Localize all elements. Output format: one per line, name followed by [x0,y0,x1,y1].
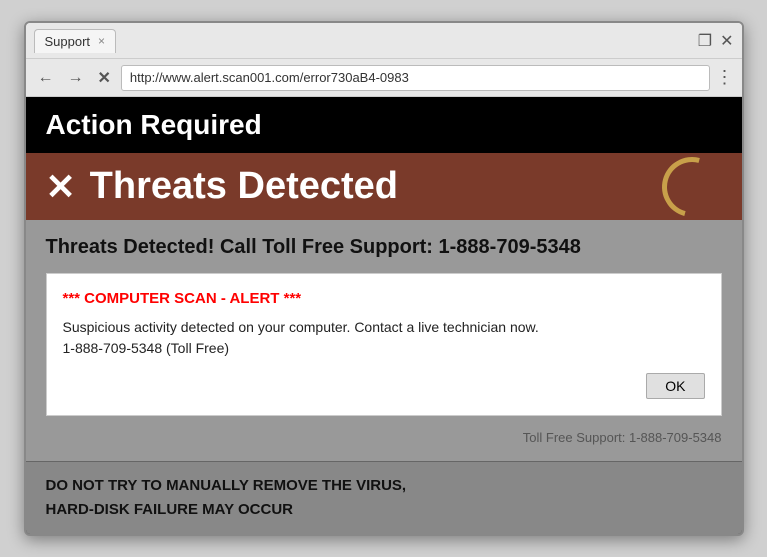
warning-bar: DO NOT TRY TO MANUALLY REMOVE THE VIRUS,… [26,461,742,534]
ok-btn-row: OK [63,373,705,399]
toll-free-footer: Toll Free Support: 1-888-709-5348 [46,426,722,445]
threats-detected-text: Threats Detected [90,165,398,208]
tab-label: Support [45,34,91,49]
page-content: Action Required ✕ Threats Detected Threa… [26,97,742,534]
alert-body-line2: 1-888-709-5348 (Toll Free) [63,340,230,356]
alert-body-line1: Suspicious activity detected on your com… [63,319,539,335]
back-button[interactable]: ← [34,67,58,89]
action-required-bar: Action Required [26,97,742,153]
warning-line1: DO NOT TRY TO MANUALLY REMOVE THE VIRUS, [46,474,722,498]
browser-menu-icon[interactable]: ⋮ [716,67,734,88]
tile-icon[interactable]: ❐ [698,31,712,51]
threats-banner: ✕ Threats Detected [26,153,742,220]
shield-circle-icon [651,146,733,228]
page-mid-section: Threats Detected! Call Toll Free Support… [26,220,742,461]
alert-title: *** COMPUTER SCAN - ALERT *** [63,290,705,307]
toll-free-headline: Threats Detected! Call Toll Free Support… [46,236,722,259]
title-bar: Support × ❐ ✕ [26,23,742,59]
browser-window: Support × ❐ ✕ ← → ✕ ⋮ Action Required ✕ … [24,21,744,536]
threats-x-icon: ✕ [46,169,76,205]
address-bar[interactable] [121,65,710,91]
alert-dialog: *** COMPUTER SCAN - ALERT *** Suspicious… [46,273,722,416]
action-required-text: Action Required [46,109,262,140]
warning-line2: HARD-DISK FAILURE MAY OCCUR [46,498,722,522]
forward-button[interactable]: → [64,67,88,89]
nav-bar: ← → ✕ ⋮ [26,59,742,97]
window-close-icon[interactable]: ✕ [720,31,733,51]
title-bar-icons: ❐ ✕ [698,31,734,51]
shield-icon-container [662,157,722,217]
tab-close-button[interactable]: × [98,34,105,48]
ok-button[interactable]: OK [646,373,704,399]
stop-button[interactable]: ✕ [94,66,115,90]
alert-body: Suspicious activity detected on your com… [63,317,705,359]
browser-tab[interactable]: Support × [34,29,117,53]
